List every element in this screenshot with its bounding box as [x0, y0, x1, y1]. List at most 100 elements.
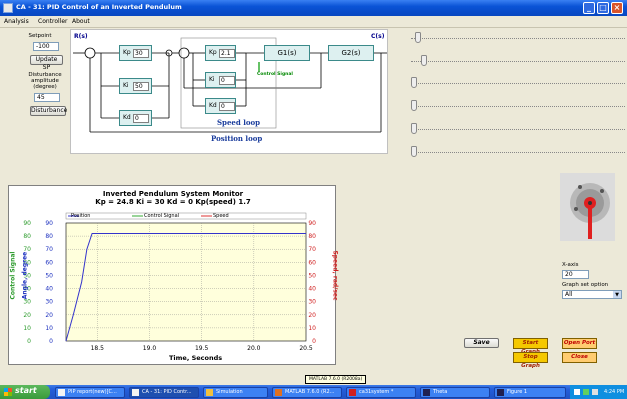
graph-set-option-label: Graph set option: [562, 282, 609, 288]
task-label: Figure 1: [507, 389, 528, 395]
slider-3-thumb[interactable]: [411, 77, 417, 88]
kp-speed-label: Kp: [209, 49, 217, 56]
clock: 4:24 PM: [604, 389, 625, 395]
control-signal-label: Control Signal: [257, 72, 293, 77]
app-icon: [3, 3, 13, 13]
ki-position-label: Ki: [123, 82, 129, 89]
task-figure1[interactable]: Figure 1: [494, 387, 566, 398]
disturbance-input[interactable]: 45: [34, 93, 60, 102]
kp-position-input[interactable]: 30: [133, 49, 149, 58]
position-loop-label: Position loop: [211, 134, 263, 143]
disturbance-button[interactable]: Disturbance: [30, 106, 67, 116]
maximize-button[interactable]: □: [597, 2, 609, 14]
menu-analysis[interactable]: Analysis: [4, 18, 29, 25]
task-simulation[interactable]: Simulation: [203, 387, 268, 398]
kd-speed-input[interactable]: 0: [219, 102, 235, 111]
ytick-control-signal: 10: [23, 325, 31, 332]
setpoint-label: Setpoint: [28, 33, 52, 39]
simulink-icon: [349, 389, 356, 396]
ytick-control-signal: 90: [23, 220, 31, 227]
ytick-speed: 70: [308, 246, 316, 253]
slider-2-thumb[interactable]: [421, 55, 427, 66]
pendulum-photo: [560, 173, 615, 241]
graph-set-option-select[interactable]: All ▼: [562, 290, 622, 299]
menu-controller[interactable]: Controller: [38, 18, 68, 25]
slider-4-thumb[interactable]: [411, 100, 417, 111]
task-theta[interactable]: Theta: [420, 387, 490, 398]
ytick-angle: 10: [45, 325, 53, 332]
task-ca31system[interactable]: ca31system *: [346, 387, 416, 398]
ytick-speed: 80: [308, 233, 316, 240]
disturbance-unit-label: (degree): [33, 84, 57, 90]
ytick-angle: 70: [45, 246, 53, 253]
xtick-label: 19.5: [195, 345, 209, 352]
network-icon[interactable]: [574, 389, 580, 395]
ki-speed-block: Ki 0: [205, 72, 236, 88]
system-monitor-chart: Inverted Pendulum System Monitor Kp = 24…: [8, 185, 339, 365]
ytick-angle: 50: [45, 272, 53, 279]
title-bar: CA - 31: PID Control of an Inverted Pend…: [0, 0, 627, 16]
task-pip-report[interactable]: PIP report(new)[C...: [55, 387, 125, 398]
open-port-button[interactable]: Open Port: [562, 338, 597, 349]
slider-1-thumb[interactable]: [415, 32, 421, 43]
ytick-angle: 20: [45, 312, 53, 319]
r-label: R(s): [74, 33, 88, 40]
ytick-angle: 0: [49, 338, 53, 345]
slider-5-thumb[interactable]: [411, 123, 417, 134]
xlabel-time: Time, Seconds: [169, 354, 223, 362]
menu-about[interactable]: About: [72, 18, 90, 25]
kd-position-input[interactable]: 0: [133, 114, 149, 123]
ytick-speed: 20: [308, 312, 316, 319]
slider-4[interactable]: [408, 100, 627, 112]
kp-position-label: Kp: [123, 49, 131, 56]
menu-bar: Analysis Controller About: [0, 16, 627, 28]
slider-2[interactable]: [408, 55, 627, 67]
start-label: start: [15, 386, 37, 395]
ylabel-angle: Angle, degree: [21, 251, 29, 300]
c-label: C(s): [371, 33, 385, 40]
close-window-button[interactable]: ×: [611, 2, 623, 14]
app-window-icon: [132, 389, 139, 396]
ki-position-input[interactable]: 50: [133, 82, 149, 91]
xtick-label: 18.5: [91, 345, 105, 352]
ylabel-speed: Speed, rad/sec: [331, 250, 339, 301]
xtick-label: 19.0: [143, 345, 157, 352]
block-diagram: R(s) C(s) Kp 30 Ki 50 Kd 0 Kp 2.1 Ki 0 K…: [70, 29, 388, 154]
graph-set-option-value: All: [565, 291, 573, 298]
ytick-speed: 10: [308, 325, 316, 332]
kp-speed-input[interactable]: 2.1: [219, 49, 235, 58]
volume-icon[interactable]: [592, 389, 598, 395]
figure-icon: [497, 389, 504, 396]
chevron-down-icon[interactable]: ▼: [613, 291, 621, 298]
slider-5[interactable]: [408, 123, 627, 135]
start-button[interactable]: start: [0, 385, 50, 399]
task-label: PIP report(new)[C...: [68, 389, 117, 395]
ki-position-block: Ki 50: [119, 78, 152, 94]
stop-graph-button[interactable]: Stop Graph: [513, 352, 548, 369]
x-axis-input[interactable]: 20: [562, 270, 589, 279]
slider-6[interactable]: [408, 146, 627, 158]
ytick-angle: 30: [45, 299, 53, 306]
task-ca31-pid[interactable]: CA - 31: PID Contr...: [129, 387, 199, 398]
task-matlab[interactable]: MATLAB 7.6.0 (R2...: [272, 387, 342, 398]
windows-logo-icon: [4, 388, 12, 396]
security-icon[interactable]: [583, 389, 589, 395]
x-axis-label: X-axis: [562, 262, 579, 268]
ki-speed-input[interactable]: 0: [219, 76, 235, 85]
start-graph-button[interactable]: Start Graph: [513, 338, 548, 355]
g2-block: G2(s): [328, 45, 374, 61]
speed-loop-label: Speed loop: [217, 118, 261, 127]
slider-6-thumb[interactable]: [411, 146, 417, 157]
minimize-button[interactable]: _: [583, 2, 595, 14]
update-sp-button[interactable]: Update SP: [30, 55, 63, 71]
slider-1[interactable]: [408, 32, 627, 44]
save-button[interactable]: Save: [464, 338, 499, 348]
window-title: CA - 31: PID Control of an Inverted Pend…: [16, 3, 182, 11]
kd-speed-label: Kd: [209, 102, 217, 109]
task-label: Simulation: [216, 389, 243, 395]
slider-3[interactable]: [408, 77, 627, 89]
close-button[interactable]: Close: [562, 352, 597, 363]
legend-box: [65, 212, 307, 220]
setpoint-input[interactable]: -100: [33, 42, 59, 51]
ytick-control-signal: 20: [23, 312, 31, 319]
